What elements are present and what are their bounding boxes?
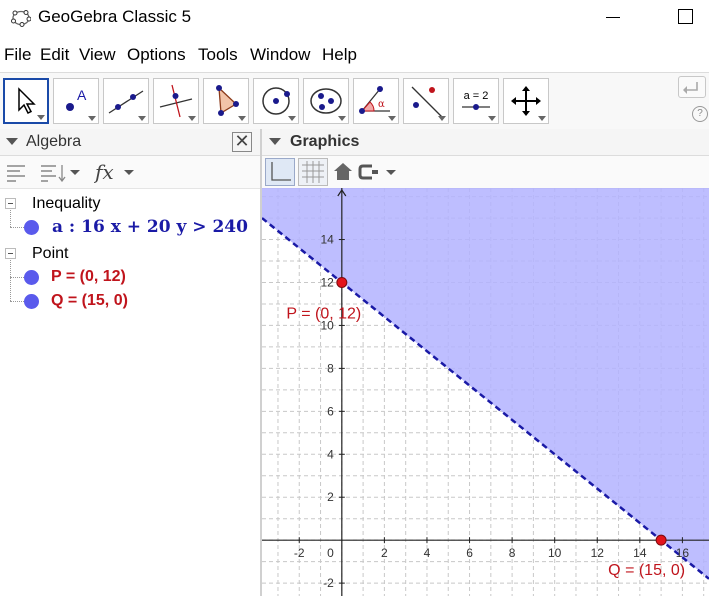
graphics-view-canvas[interactable]: -2 2 4 6 8 10 12 14 16-224681012140 P = (0, 12)Q…	[262, 188, 709, 596]
undo-button[interactable]	[678, 76, 706, 98]
help-button[interactable]: ?	[692, 106, 708, 122]
graphics-style-bar	[262, 156, 709, 189]
x-tick-label: 4	[424, 546, 431, 560]
y-tick-label: 2	[327, 490, 334, 504]
svg-text:α: α	[378, 99, 385, 110]
algebra-view: Inequality a : 16 x + 20 y > 240 Point P…	[0, 189, 260, 596]
collapse-arrow-icon[interactable]	[6, 138, 18, 146]
collapse-arrow-icon[interactable]	[269, 138, 281, 146]
group-label-inequality: Inequality	[32, 195, 101, 212]
group-label-point: Point	[32, 245, 69, 262]
x-tick-label: 8	[509, 546, 516, 560]
polygon-tool-button[interactable]	[203, 78, 249, 124]
point-label-p: P = (0, 12)	[286, 305, 361, 322]
graphics-view-header: Graphics	[262, 129, 709, 156]
x-tick-label: 12	[591, 546, 605, 560]
toolbar: A α a = 2 ?	[0, 72, 709, 130]
y-tick-label: 4	[327, 447, 334, 461]
menu-tools[interactable]: Tools	[198, 45, 238, 65]
point-tool-button[interactable]: A	[53, 78, 99, 124]
y-tick-label: -2	[323, 576, 334, 590]
menu-window[interactable]: Window	[250, 45, 310, 65]
show-axes-icon[interactable]	[265, 158, 295, 186]
graphics-view-title: Graphics	[290, 133, 360, 150]
auxiliary-objects-icon[interactable]	[6, 162, 26, 182]
point-p-entry[interactable]: P = (0, 12)	[51, 268, 126, 286]
maximize-button[interactable]	[678, 9, 693, 24]
y-tick-label: 6	[327, 404, 334, 418]
x-tick-label: 2	[381, 546, 388, 560]
minimize-button[interactable]	[606, 17, 620, 18]
angle-tool-button[interactable]: α	[353, 78, 399, 124]
origin-label: 0	[327, 546, 334, 560]
circle-tool-button[interactable]	[253, 78, 299, 124]
line-tool-button[interactable]	[103, 78, 149, 124]
window-title: GeoGebra Classic 5	[38, 7, 192, 26]
point-label-q: Q = (15, 0)	[608, 562, 685, 579]
x-tick-label: 10	[548, 546, 562, 560]
algebra-view-title: Algebra	[26, 133, 82, 150]
slider-tool-button[interactable]: a = 2	[453, 78, 499, 124]
move-tool-button[interactable]	[3, 78, 49, 124]
inequality-region	[262, 188, 709, 579]
svg-text:fx: fx	[94, 160, 114, 184]
algebra-style-bar: fx	[0, 156, 260, 189]
visibility-toggle-q[interactable]	[24, 294, 39, 309]
collapse-group-inequality[interactable]	[5, 198, 16, 209]
reflect-tool-button[interactable]	[403, 78, 449, 124]
inequality-a-entry[interactable]: a : 16 x + 20 y > 240	[52, 217, 248, 237]
x-tick-label: -2	[294, 546, 305, 560]
y-tick-label: 12	[320, 275, 334, 289]
menu-edit[interactable]: Edit	[40, 45, 69, 65]
sort-by-dropdown-icon[interactable]	[40, 162, 84, 182]
visibility-toggle-a[interactable]	[24, 220, 39, 235]
x-tick-label: 14	[633, 546, 647, 560]
title-bar: GeoGebra Classic 5	[0, 0, 709, 36]
close-algebra-view-button[interactable]: ✕	[232, 132, 252, 152]
move-graphics-view-button[interactable]	[503, 78, 549, 124]
menu-options[interactable]: Options	[127, 45, 186, 65]
geogebra-logo-icon	[11, 10, 31, 27]
menu-view[interactable]: View	[79, 45, 116, 65]
slider-tool-label: a = 2	[464, 90, 489, 102]
collapse-group-point[interactable]	[5, 248, 16, 259]
point-q-entry[interactable]: Q = (15, 0)	[51, 292, 128, 310]
y-tick-label: 14	[320, 233, 334, 247]
point-p	[336, 276, 348, 288]
x-tick-label: 16	[676, 546, 690, 560]
menu-help[interactable]: Help	[322, 45, 357, 65]
home-icon[interactable]	[332, 161, 354, 183]
menu-file[interactable]: File	[4, 45, 31, 65]
visibility-toggle-p[interactable]	[24, 270, 39, 285]
perpendicular-line-tool-button[interactable]	[153, 78, 199, 124]
algebra-view-header: Algebra ✕	[0, 129, 260, 156]
svg-text:A: A	[77, 87, 87, 103]
x-tick-label: 6	[466, 546, 473, 560]
point-q	[655, 534, 667, 546]
y-tick-label: 8	[327, 361, 334, 375]
undo-icon	[683, 82, 698, 94]
input-help-fx-icon[interactable]: fx	[94, 160, 140, 186]
show-grid-icon[interactable]	[298, 158, 328, 186]
menu-bar: File Edit View Options Tools Window Help	[0, 42, 709, 70]
conic-tool-button[interactable]	[303, 78, 349, 124]
point-capturing-dropdown-icon[interactable]	[358, 162, 402, 184]
